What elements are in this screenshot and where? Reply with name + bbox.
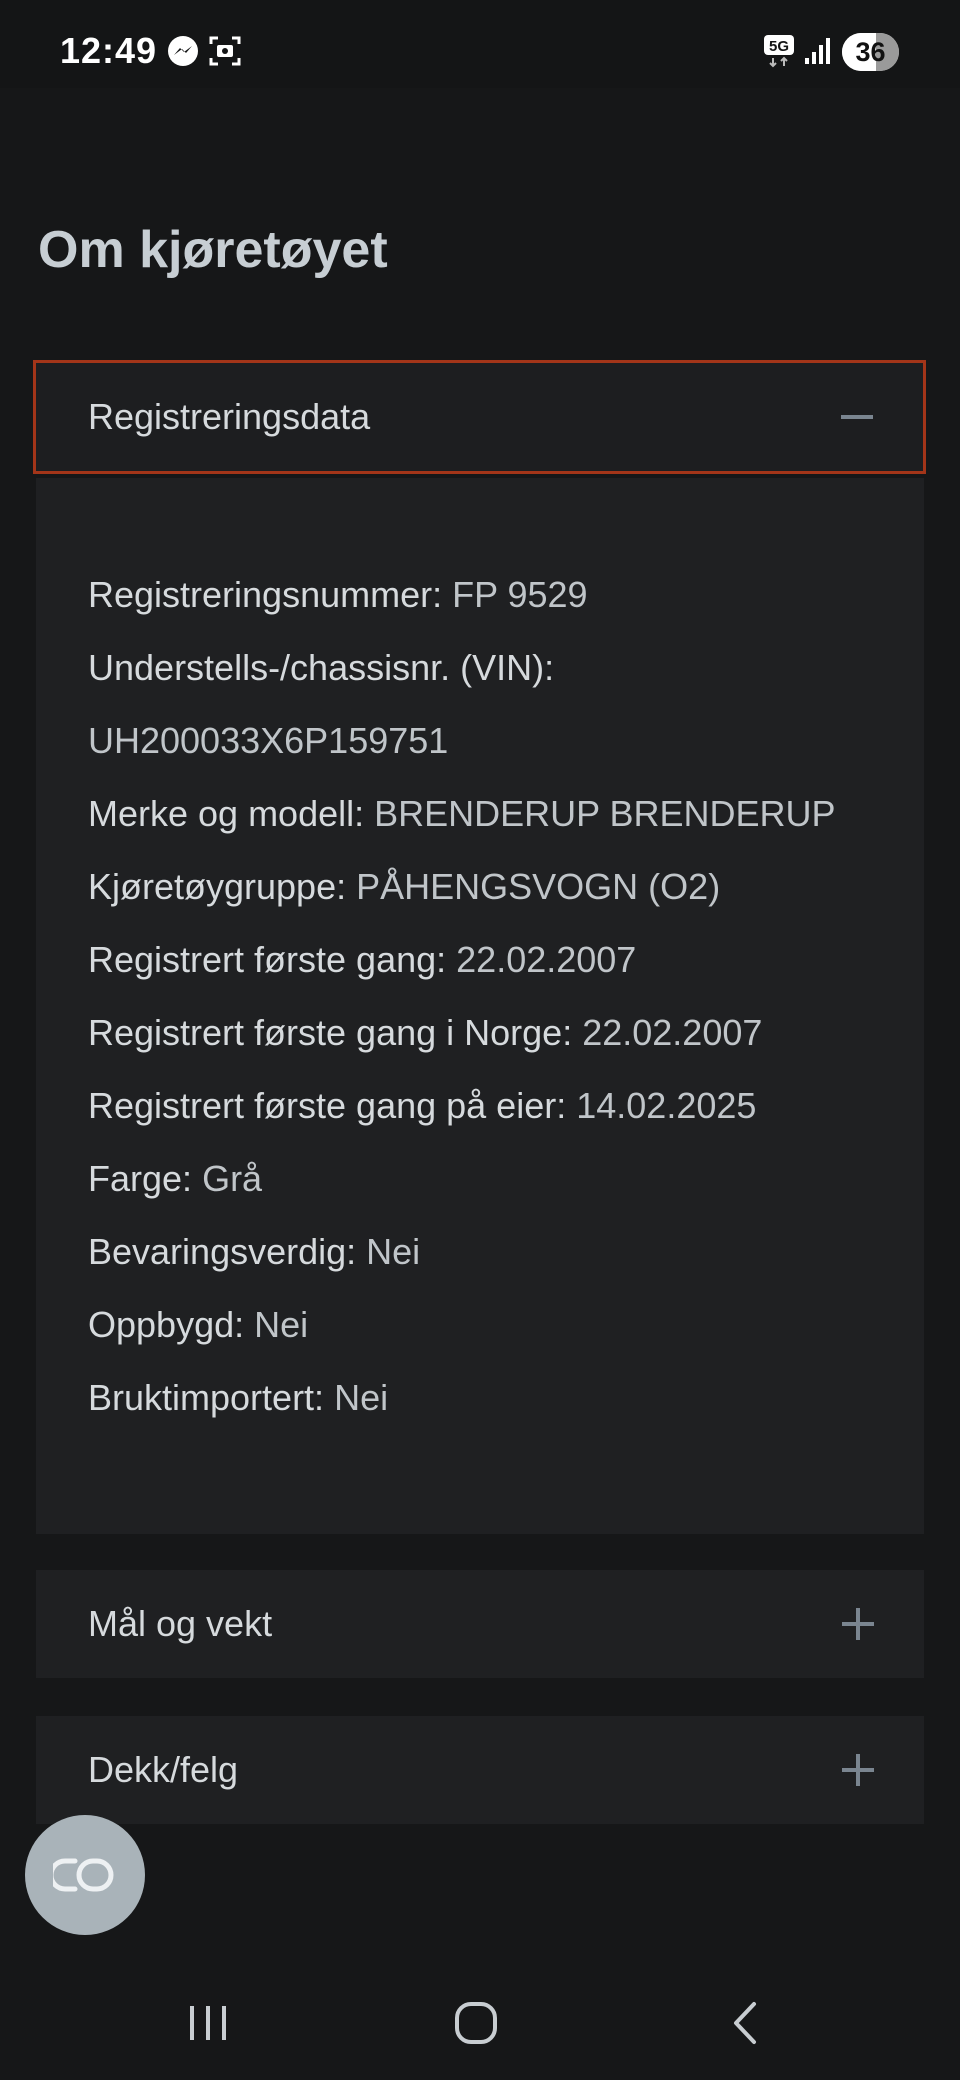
plus-icon [842, 1608, 874, 1640]
accordion-registration-header[interactable]: Registreringsdata [33, 360, 926, 474]
accordion-label: Registreringsdata [88, 396, 371, 437]
status-time: 12:49 [60, 30, 158, 71]
accordion-dimensions-header[interactable]: Mål og vekt [36, 1570, 924, 1678]
detail-row: Merke og modell: BRENDERUP BRENDERUP [88, 793, 836, 834]
detail-row: Farge: Grå [88, 1158, 263, 1199]
detail-row: Registrert første gang i Norge: 22.02.20… [88, 1012, 763, 1053]
5g-icon: 5G [764, 35, 794, 68]
signal-icon [805, 38, 830, 64]
chat-fab-button[interactable] [25, 1815, 145, 1935]
battery-icon: 36 [842, 33, 899, 71]
detail-row: Bruktimportert: Nei [88, 1377, 389, 1418]
plus-icon [842, 1754, 874, 1786]
accordion-label: Mål og vekt [88, 1603, 273, 1644]
detail-row: Registreringsnummer: FP 9529 [88, 574, 588, 615]
home-icon[interactable] [446, 1998, 506, 2048]
back-icon[interactable] [716, 1998, 776, 2048]
battery-level: 36 [855, 37, 886, 67]
status-bar: 12:49 5G 36 [0, 0, 960, 88]
accordion-label: Dekk/felg [88, 1749, 239, 1790]
detail-row: Registrert første gang: 22.02.2007 [88, 939, 637, 980]
minus-icon [841, 415, 873, 419]
detail-row: UH200033X6P159751 [88, 720, 449, 761]
detail-row: Kjøretøygruppe: PÅHENGSVOGN (O2) [88, 866, 721, 907]
screenshot-icon [209, 36, 241, 66]
system-nav-bar [0, 1960, 960, 2080]
detail-row: Understells-/chassisnr. (VIN): [88, 647, 555, 688]
chat-icon [53, 1858, 114, 1892]
accordion-tires-header[interactable]: Dekk/felg [36, 1716, 924, 1824]
svg-text:5G: 5G [769, 38, 789, 55]
accordion-registration-body: Registreringsnummer: FP 9529 Understells… [36, 478, 924, 1534]
detail-row: Oppbygd: Nei [88, 1304, 309, 1345]
screen: 12:49 5G 36 Om kjøretøyet Registreringsd… [0, 0, 960, 2080]
recent-apps-icon[interactable] [178, 1998, 238, 2048]
detail-row: Registrert første gang på eier: 14.02.20… [88, 1085, 757, 1126]
page-title: Om kjøretøyet [38, 221, 388, 279]
registration-details: Registreringsnummer: FP 9529 Understells… [88, 558, 894, 1434]
messenger-icon [168, 36, 198, 66]
detail-row: Bevaringsverdig: Nei [88, 1231, 421, 1272]
